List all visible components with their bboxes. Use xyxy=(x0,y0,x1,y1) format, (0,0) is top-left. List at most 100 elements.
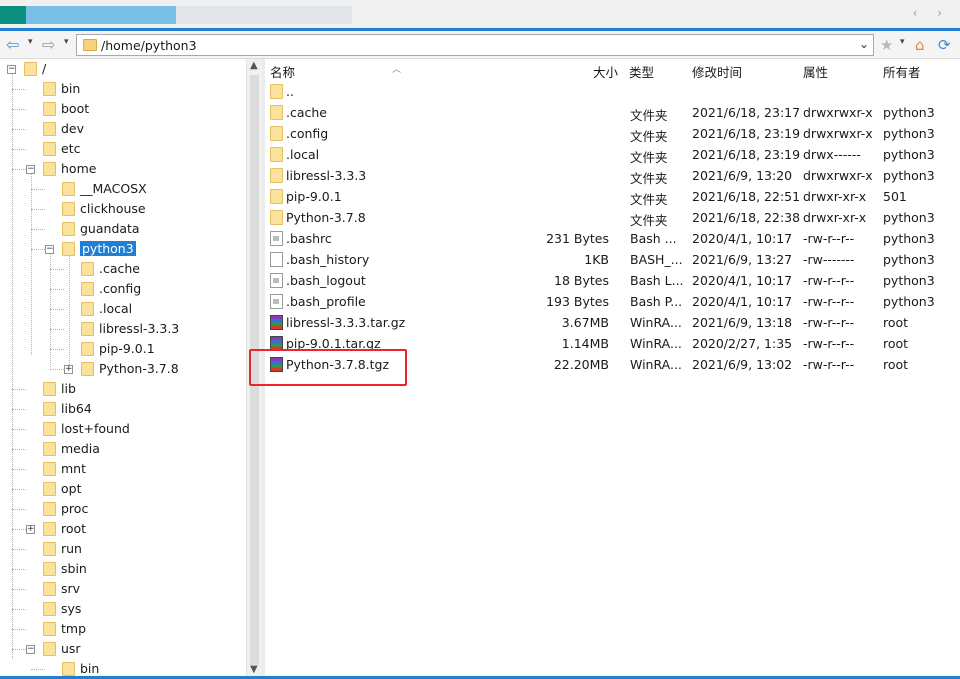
tree-item[interactable]: lost+found xyxy=(0,419,246,439)
expand-icon[interactable]: + xyxy=(64,365,73,374)
tree-item-label[interactable]: media xyxy=(61,441,100,456)
file-row[interactable]: libressl-3.3.3.tar.gz 3.67MB WinRA... 2021/… xyxy=(265,312,960,333)
tree-item[interactable]: run xyxy=(0,539,246,559)
tree-item-label[interactable]: mnt xyxy=(61,461,86,476)
tree-item[interactable]: clickhouse xyxy=(0,199,246,219)
tree-item[interactable]: − home xyxy=(0,159,246,179)
address-path[interactable]: /home/python3 xyxy=(101,38,197,53)
tree-item[interactable]: bin xyxy=(0,79,246,99)
home-icon[interactable]: ⌂ xyxy=(915,36,925,54)
tree-item-label[interactable]: usr xyxy=(61,641,81,656)
collapse-icon[interactable]: − xyxy=(26,165,35,174)
tree-item[interactable]: .local xyxy=(0,299,246,319)
collapse-icon[interactable]: − xyxy=(7,65,16,74)
tree-item[interactable]: sbin xyxy=(0,559,246,579)
tree-item-label[interactable]: run xyxy=(61,541,82,556)
file-row[interactable]: pip-9.0.1 文件夹 2021/6/18, 22:51 drwxr-xr-x 50… xyxy=(265,186,960,207)
column-size[interactable]: 大小 xyxy=(593,62,618,81)
scroll-up-icon[interactable]: ▲ xyxy=(250,60,258,71)
tree-item[interactable]: srv xyxy=(0,579,246,599)
tree-item[interactable]: bin xyxy=(0,659,246,676)
tree-item[interactable]: tmp xyxy=(0,619,246,639)
tree-item-label[interactable]: bin xyxy=(61,81,80,96)
file-row[interactable]: .bash_profile 193 Bytes Bash P... 2020/4/1,… xyxy=(265,291,960,312)
forward-arrow-icon[interactable]: ⇨ xyxy=(42,35,55,55)
tree-item-label[interactable]: lib64 xyxy=(61,401,92,416)
tree-item-label[interactable]: tmp xyxy=(61,621,86,636)
tree-item-label[interactable]: opt xyxy=(61,481,81,496)
star-icon[interactable]: ★ xyxy=(880,36,893,54)
scroll-down-icon[interactable]: ▼ xyxy=(250,664,258,675)
tree-item[interactable]: etc xyxy=(0,139,246,159)
tree-item[interactable]: proc xyxy=(0,499,246,519)
column-modified[interactable]: 修改时间 xyxy=(692,62,742,81)
tree-item-label[interactable]: __MACOSX xyxy=(80,181,147,196)
file-row[interactable]: .bash_logout 18 Bytes Bash L... 2020/4/1, 1… xyxy=(265,270,960,291)
file-row[interactable]: Python-3.7.8 文件夹 2021/6/18, 22:38 drwxr-xr-… xyxy=(265,207,960,228)
tree-item[interactable]: sys xyxy=(0,599,246,619)
tree-item[interactable]: media xyxy=(0,439,246,459)
tree-item-label[interactable]: .config xyxy=(99,281,141,296)
tree-item[interactable]: − python3 xyxy=(0,239,246,259)
tree-item[interactable]: dev xyxy=(0,119,246,139)
expand-icon[interactable]: + xyxy=(26,525,35,534)
file-row[interactable]: .cache 文件夹 2021/6/18, 23:17 drwxrwxr-x pytho… xyxy=(265,102,960,123)
tree-item[interactable]: lib xyxy=(0,379,246,399)
tree-item[interactable]: + root xyxy=(0,519,246,539)
tree-item-label[interactable]: home xyxy=(61,161,96,176)
tree-item-label[interactable]: guandata xyxy=(80,221,140,236)
tree-item-label[interactable]: / xyxy=(42,61,46,76)
file-row[interactable]: libressl-3.3.3 文件夹 2021/6/9, 13:20 drwxrwxr… xyxy=(265,165,960,186)
column-attrs[interactable]: 属性 xyxy=(803,62,828,81)
tree-item-label[interactable]: clickhouse xyxy=(80,201,146,216)
tree-item[interactable]: mnt xyxy=(0,459,246,479)
tree-item[interactable]: pip-9.0.1 xyxy=(0,339,246,359)
address-bar[interactable]: /home/python3 ⌄ xyxy=(76,34,874,56)
tree-item[interactable]: guandata xyxy=(0,219,246,239)
tree-item-label[interactable]: Python-3.7.8 xyxy=(99,361,179,376)
file-row[interactable]: .bash_history 1KB BASH_... 2021/6/9, 13:27-… xyxy=(265,249,960,270)
tree-item-label[interactable]: proc xyxy=(61,501,88,516)
tree-item-label[interactable]: lost+found xyxy=(61,421,130,436)
collapse-icon[interactable]: − xyxy=(45,245,54,254)
tree-item-label[interactable]: lib xyxy=(61,381,76,396)
tree-item-label[interactable]: root xyxy=(61,521,86,536)
file-row[interactable]: .bashrc 231 Bytes Bash ... 2020/4/1, 10:17-… xyxy=(265,228,960,249)
refresh-icon[interactable]: ⟳ xyxy=(938,36,951,54)
tree-item-label[interactable]: .local xyxy=(99,301,132,316)
column-type[interactable]: 类型 xyxy=(629,62,654,81)
tree-item[interactable]: opt xyxy=(0,479,246,499)
tree-item[interactable]: libressl-3.3.3 xyxy=(0,319,246,339)
tree-item-label[interactable]: .cache xyxy=(99,261,140,276)
file-row[interactable]: .config 文件夹 2021/6/18, 23:19 drwxrwxr-x pyth… xyxy=(265,123,960,144)
tree-item-label[interactable]: sys xyxy=(61,601,81,616)
tree-item-label[interactable]: bin xyxy=(80,661,99,676)
forward-dropdown-icon[interactable]: ▾ xyxy=(64,37,69,47)
back-arrow-icon[interactable]: ⇦ xyxy=(6,35,19,55)
back-dropdown-icon[interactable]: ▾ xyxy=(28,37,33,47)
tab-scroll-arrows[interactable]: ‹ › xyxy=(913,6,950,20)
file-row[interactable]: .local 文件夹 2021/6/18, 23:19 drwx------ pytho… xyxy=(265,144,960,165)
tree-item[interactable]: + Python-3.7.8 xyxy=(0,359,246,379)
column-name[interactable]: 名称 xyxy=(270,62,295,81)
tree-item[interactable]: __MACOSX xyxy=(0,179,246,199)
tree-item[interactable]: − / xyxy=(0,59,246,79)
bookmark-dropdown-icon[interactable]: ▾ xyxy=(900,37,905,47)
tree-item-label[interactable]: srv xyxy=(61,581,80,596)
tree-item-label[interactable]: libressl-3.3.3 xyxy=(99,321,179,336)
tree-item[interactable]: .config xyxy=(0,279,246,299)
chevron-down-icon[interactable]: ⌄ xyxy=(859,37,869,51)
file-row[interactable]: .. xyxy=(265,81,960,102)
tree-item-label[interactable]: sbin xyxy=(61,561,87,576)
tree-item-label[interactable]: boot xyxy=(61,101,89,116)
tree-item-label[interactable]: pip-9.0.1 xyxy=(99,341,155,356)
tree-item[interactable]: lib64 xyxy=(0,399,246,419)
tree-item[interactable]: .cache xyxy=(0,259,246,279)
collapse-icon[interactable]: − xyxy=(26,645,35,654)
tree-item-label[interactable]: dev xyxy=(61,121,84,136)
tree-item[interactable]: − usr xyxy=(0,639,246,659)
column-owner[interactable]: 所有者 xyxy=(883,62,921,81)
tree-item-label[interactable]: etc xyxy=(61,141,80,156)
tree-item[interactable]: boot xyxy=(0,99,246,119)
tree-item-label[interactable]: python3 xyxy=(80,241,136,256)
